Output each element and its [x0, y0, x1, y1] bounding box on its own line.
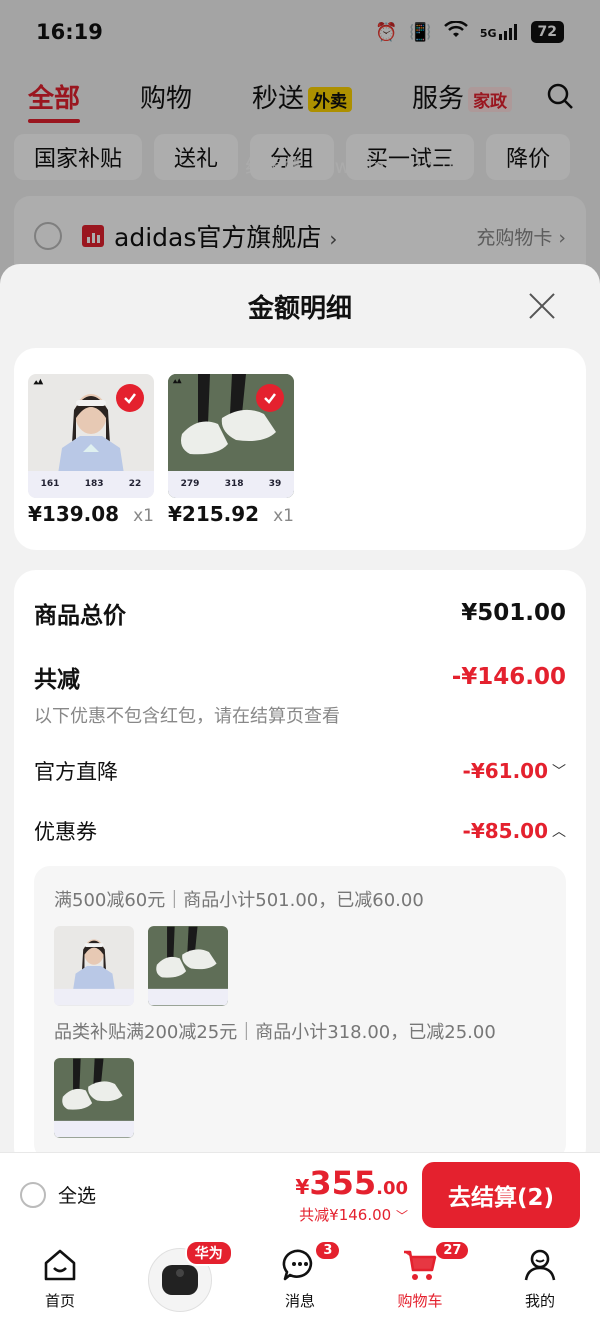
nav-messages[interactable]: 3 消息 [240, 1236, 360, 1320]
size-strip: 161 183 22 [28, 470, 154, 498]
coupon-products [54, 1058, 546, 1138]
coupon-products [54, 926, 546, 1006]
chevron-down-icon: ﹀ [395, 1209, 408, 1223]
discount-value: -¥146.00 [451, 664, 566, 690]
profile-icon [524, 1249, 556, 1281]
product-price: ¥139.08 [28, 502, 120, 526]
shoes-illustration [54, 1058, 134, 1138]
total-price-label: 商品总价 [34, 603, 126, 629]
chevron-down-icon: ﹀ [552, 764, 566, 780]
product-meta: ¥139.08 x1 [28, 502, 154, 526]
total-decimal: .00 [376, 1178, 408, 1199]
coupon-amount: -¥85.00 [462, 819, 548, 843]
message-icon [282, 1249, 313, 1281]
coupon-product-thumb [54, 926, 134, 1006]
total-amount: ¥355.00 [295, 1164, 408, 1202]
nav-cart[interactable]: 27 购物车 [360, 1236, 480, 1320]
product-price: ¥215.92 [168, 502, 260, 526]
price-breakdown-card: 商品总价 ¥501.00 共减 -¥146.00 以下优惠不包含红包，请在结算页… [14, 570, 586, 1170]
promo-tag: 华为 [184, 1240, 233, 1266]
product-image-tshirt: 161 183 22 [28, 374, 154, 498]
nav-home-label: 首页 [44, 1292, 75, 1310]
nav-profile[interactable]: 我的 [480, 1236, 600, 1320]
close-icon[interactable] [528, 292, 556, 320]
coupon-product-thumb [148, 926, 228, 1006]
size-value: 161 [40, 479, 60, 490]
coupon-value: -¥85.00 ︿ [463, 819, 566, 843]
nav-home[interactable]: 首页 [0, 1236, 120, 1320]
sheet-title: 金额明细 [247, 294, 352, 324]
nav-profile-label: 我的 [524, 1292, 555, 1310]
product-qty: x1 [133, 506, 154, 526]
coupon-label: 优惠券 [34, 820, 97, 844]
product-item[interactable]: 161 183 22 ¥139.08 x1 [28, 374, 154, 550]
total-price-row: 商品总价 ¥501.00 [34, 596, 566, 630]
product-qty: x1 [273, 506, 294, 526]
shoes-illustration [148, 926, 228, 1006]
coupon-product-thumb [54, 1058, 134, 1138]
product-item[interactable]: 279 318 39 ¥215.92 x1 [168, 374, 294, 550]
selected-products-card: 161 183 22 ¥139.08 x1 279 318 39 ¥215.92… [14, 348, 586, 550]
saved-amount: 共减¥146.00 [299, 1206, 392, 1224]
discount-row: 共减 -¥146.00 [34, 660, 566, 694]
size-value: 39 [268, 479, 282, 490]
coupon-detail-line: 满500减60元｜商品小计501.00，已减60.00 [54, 890, 424, 911]
total-price-value: ¥501.00 [461, 600, 566, 626]
total-saved: 共减¥146.00 ﹀ [295, 1204, 408, 1225]
size-value: 318 [224, 479, 244, 490]
select-all-label[interactable]: 全选 [58, 1181, 96, 1208]
bottom-nav: 首页 华为 3 消息 27 购物车 我的 [0, 1236, 600, 1320]
nav-messages-label: 消息 [284, 1292, 315, 1310]
product-image-shoes: 279 318 39 [168, 374, 294, 498]
nav-promo[interactable]: 华为 [120, 1236, 240, 1320]
cart-icon [404, 1250, 437, 1280]
official-discount-amount: -¥61.00 [462, 759, 548, 783]
chevron-up-icon: ︿ [552, 824, 566, 840]
size-value: 279 [180, 479, 200, 490]
discount-label: 共减 [34, 667, 80, 693]
coupon-row[interactable]: 优惠券 -¥85.00 ︿ [34, 816, 566, 846]
size-strip: 279 318 39 [168, 470, 294, 498]
checkout-button[interactable]: 去结算(2) [422, 1161, 580, 1228]
size-value: 22 [128, 479, 142, 490]
selected-check-icon[interactable] [256, 384, 284, 412]
message-badge: 3 [314, 1240, 342, 1261]
cart-badge: 27 [434, 1240, 471, 1261]
coupon-details: 满500减60元｜商品小计501.00，已减60.00 品类补贴满200减25元… [34, 866, 566, 1160]
total-integer: 355 [309, 1164, 377, 1202]
tshirt-illustration [54, 939, 134, 1006]
dim-overlay[interactable] [0, 0, 600, 300]
size-value: 183 [84, 479, 104, 490]
amount-detail-sheet: 金额明细 161 183 22 ¥139.08 x1 279 318 39 ¥2… [0, 264, 600, 1170]
selected-check-icon[interactable] [116, 384, 144, 412]
discount-note: 以下优惠不包含红包，请在结算页查看 [34, 706, 340, 727]
official-discount-label: 官方直降 [34, 760, 118, 784]
checkout-bar: 全选 ¥355.00 共减¥146.00 ﹀ 去结算(2) [0, 1152, 600, 1236]
official-discount-value: -¥61.00 ﹀ [463, 759, 566, 783]
earbuds-case [162, 1265, 198, 1295]
official-discount-row[interactable]: 官方直降 -¥61.00 ﹀ [34, 756, 566, 786]
nav-cart-label: 购物车 [397, 1292, 443, 1310]
coupon-detail-line: 品类补贴满200减25元｜商品小计318.00，已减25.00 [54, 1022, 496, 1043]
home-icon [44, 1249, 76, 1281]
currency-symbol: ¥ [295, 1175, 310, 1199]
product-meta: ¥215.92 x1 [168, 502, 294, 526]
select-all-radio[interactable] [20, 1181, 46, 1208]
checkout-total[interactable]: ¥355.00 共减¥146.00 ﹀ [295, 1164, 408, 1225]
